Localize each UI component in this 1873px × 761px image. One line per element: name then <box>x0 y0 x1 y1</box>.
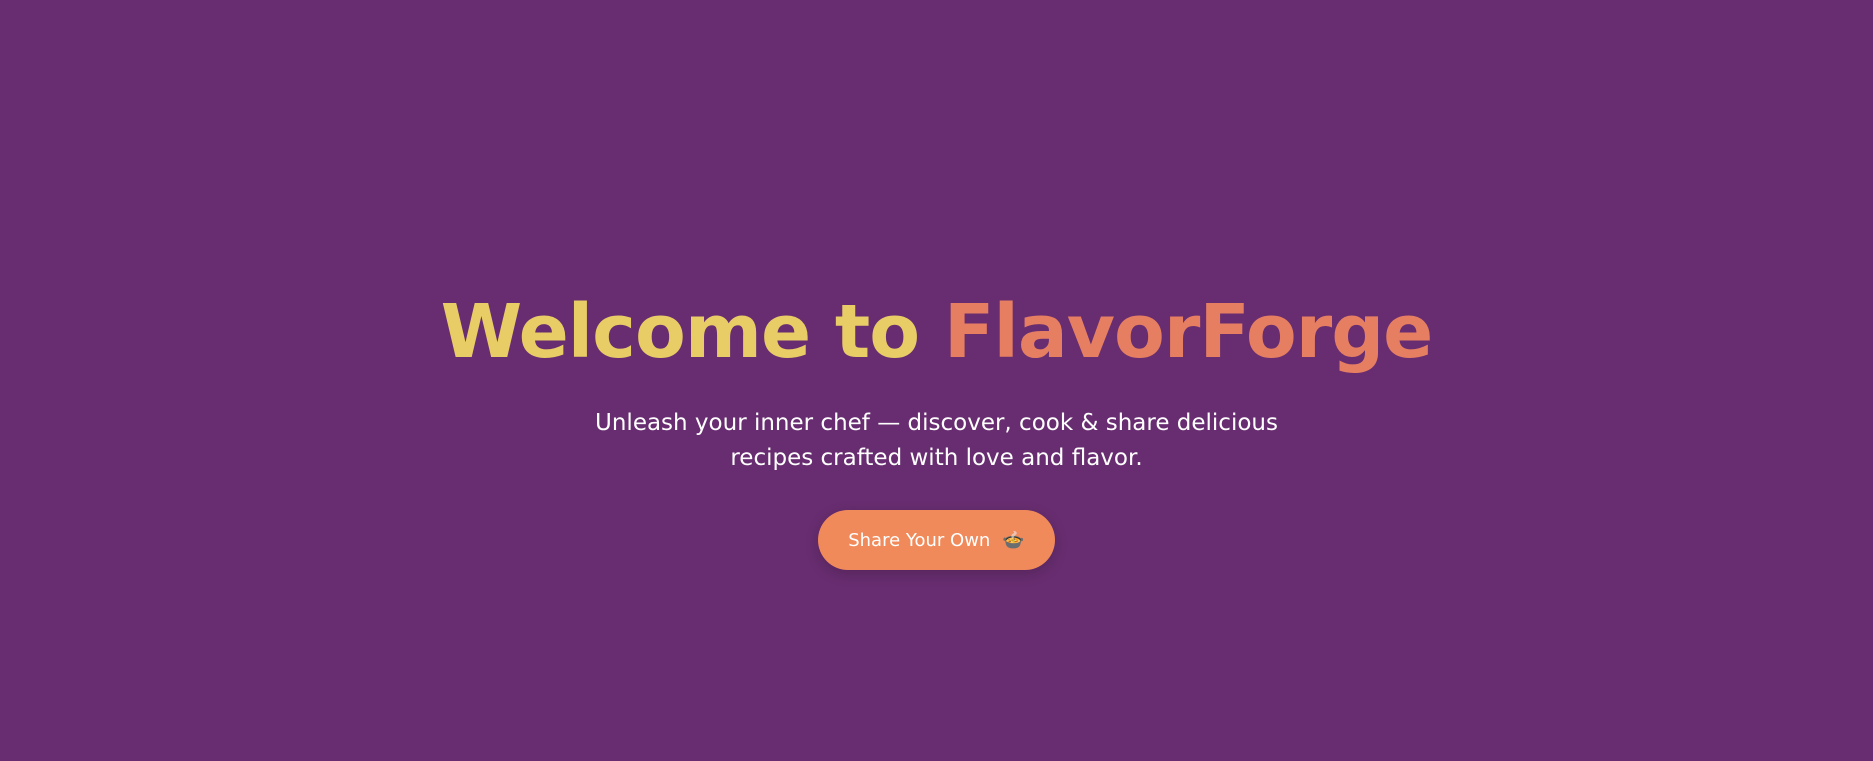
share-your-own-button[interactable]: Share Your Own 🍲 <box>818 510 1055 570</box>
hero-section: Welcome to FlavorForge Unleash your inne… <box>0 0 1873 761</box>
food-bowl-icon: 🍲 <box>1002 529 1025 551</box>
hero-title-brand: FlavorForge <box>943 289 1433 375</box>
share-button-label: Share Your Own <box>848 529 991 551</box>
hero-title: Welcome to FlavorForge <box>440 288 1434 376</box>
hero-title-welcome: Welcome to <box>440 289 921 375</box>
hero-subtitle: Unleash your inner chef — discover, cook… <box>595 410 1278 471</box>
